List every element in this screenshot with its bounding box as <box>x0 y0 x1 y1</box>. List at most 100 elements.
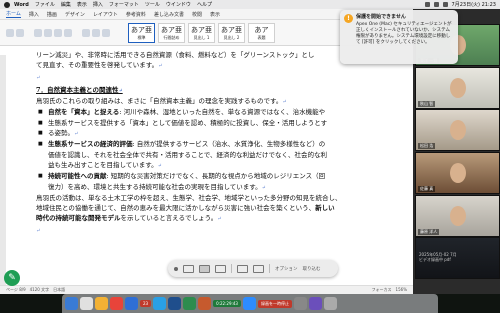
participant-name: 秋山 智 <box>418 101 436 107</box>
app-icon[interactable] <box>308 297 322 310</box>
menu-window[interactable]: ウインドウ <box>166 1 191 8</box>
document-page[interactable]: リーン減災」や、非常時に活用できる自然資源（食料、燃料など）を「グリーンストック… <box>36 50 381 276</box>
menu-file[interactable]: ファイル <box>35 1 55 8</box>
menu-view[interactable]: 表示 <box>77 1 87 8</box>
notes-icon[interactable] <box>95 297 108 310</box>
doc-empty: ↵ <box>36 227 41 234</box>
trash-icon[interactable] <box>323 297 337 310</box>
options-button[interactable]: オプション <box>275 266 298 272</box>
participant-avatar <box>450 78 466 98</box>
tab-home[interactable]: ホーム <box>6 10 21 18</box>
warning-icon: ! <box>344 14 353 23</box>
participant-avatar <box>450 120 466 140</box>
battery-icon[interactable] <box>433 2 439 7</box>
excel-icon[interactable] <box>183 297 197 310</box>
video-tile[interactable]: 松田 浩 <box>415 109 500 151</box>
tab-design[interactable]: デザイン <box>65 11 85 18</box>
apple-icon[interactable] <box>4 1 10 8</box>
capture-button[interactable]: 取り込む <box>303 266 321 272</box>
mail-icon[interactable] <box>125 297 138 310</box>
menu-help[interactable]: ヘルプ <box>197 1 212 8</box>
tab-references[interactable]: 参考資料 <box>126 11 146 18</box>
control-center-icon[interactable] <box>442 2 448 7</box>
italic-icon[interactable] <box>44 28 52 37</box>
capture-selection-icon[interactable] <box>215 264 226 273</box>
menu-tools[interactable]: ツール <box>145 1 160 8</box>
menu-format[interactable]: フォーマット <box>109 1 139 8</box>
zoom-icon[interactable] <box>242 297 256 310</box>
menubar-clock[interactable]: 7月23日(火) 21:23 <box>452 1 496 8</box>
tab-layout[interactable]: レイアウト <box>93 11 118 18</box>
styles-gallery: あア亜 標準 あア亜 行間詰め あア亜 見出し 1 あア亜 見出し 2 あア 表… <box>128 22 275 43</box>
capture-screen-icon[interactable] <box>183 264 194 273</box>
close-icon[interactable] <box>174 266 178 271</box>
style-normal[interactable]: あア亜 標準 <box>128 22 155 43</box>
notification-body: Apex One (Mac) セキュリティエージェントが正しくインストールされて… <box>356 22 452 45</box>
font-color-icon[interactable] <box>64 28 72 37</box>
participant-avatar <box>450 206 466 226</box>
style-no-spacing[interactable]: あア亜 行間詰め <box>158 22 185 43</box>
participant-name: 松田 浩 <box>418 143 436 149</box>
macos-menubar: Word ファイル 編集 表示 挿入 フォーマット ツール ウインドウ ヘルプ … <box>0 0 500 9</box>
doc-closing: 時代の持続可能な開発モデルを示していると言えるでしょう。↵ <box>36 214 222 223</box>
tab-insert[interactable]: 挿入 <box>29 11 39 18</box>
doc-bullet-cont: 益も生み出すことを目指しています。↵ <box>48 160 162 169</box>
safari-icon[interactable] <box>153 297 167 310</box>
tab-review[interactable]: 校閲 <box>192 11 202 18</box>
zoom-level[interactable]: フォーカス 156% <box>372 287 407 293</box>
tab-draw[interactable]: 描画 <box>47 11 57 18</box>
doc-line: リーン減災」や、非常時に活用できる自然資源（食料、燃料など）を「グリーンストック… <box>36 51 315 59</box>
style-title[interactable]: あア 表題 <box>248 22 275 43</box>
meeting-timer-badge[interactable]: 0:22:29:43 <box>213 300 241 307</box>
grammar-assistant-icon[interactable]: ✎ <box>4 270 20 286</box>
doc-bullet: 持続可能性への貢献: 短期的な災害対策だけでなく、長期的な視点から地域のレジリエ… <box>36 171 381 182</box>
launchpad-icon[interactable] <box>80 297 93 310</box>
recording-info: 2025年05月-02 7月 ビデオ録画中 pdf <box>419 252 457 262</box>
clipboard-group <box>6 28 24 37</box>
security-notification[interactable]: ! 保護を開始できません Apex One (Mac) セキュリティエージェント… <box>340 10 458 64</box>
calendar-date-badge: 23 <box>140 300 152 307</box>
settings-icon[interactable] <box>293 297 307 310</box>
record-selection-icon[interactable] <box>253 264 264 273</box>
numbering-icon[interactable] <box>92 28 100 37</box>
macos-dock: 23 0:22:29:43 録画を一時停止 <box>62 294 438 313</box>
style-heading-1[interactable]: あア亜 見出し 1 <box>188 22 215 43</box>
menubar-status-area: 7月23日(火) 21:23 <box>424 1 496 8</box>
doc-closing: 地域住民との協働を通じて、自然の恵みを最大限に活かしながら災害に強い社会を築くと… <box>36 204 335 213</box>
calendar-icon[interactable] <box>110 297 123 310</box>
recording-badge[interactable]: 録画を一時停止 <box>257 299 292 308</box>
menu-app-word[interactable]: Word <box>14 2 29 8</box>
video-tile[interactable]: 佐藤 真 <box>415 152 500 194</box>
doc-bullet-cont: 復力）を高め、環境と共生する持続可能な社会の実現を目指しています。↵ <box>48 182 266 191</box>
divider <box>231 264 232 273</box>
status-bar: ページ 8/9 4120 文字 日本語 フォーカス 156% <box>0 285 413 294</box>
tab-view[interactable]: 表示 <box>210 11 220 18</box>
style-heading-2[interactable]: あア亜 見出し 2 <box>218 22 245 43</box>
finder-icon[interactable] <box>65 297 78 310</box>
menu-edit[interactable]: 編集 <box>61 1 71 8</box>
doc-closing: 鳥羽氏の活動は、単なる土木工学の枠を超え、生態学、社会学、地域学といった多分野の… <box>36 193 342 202</box>
cut-icon[interactable] <box>16 28 24 37</box>
paragraph-group <box>82 28 110 37</box>
record-screen-icon[interactable] <box>237 264 248 273</box>
notification-title: 保護を開始できません <box>356 14 406 20</box>
align-icon[interactable] <box>102 28 110 37</box>
powerpoint-icon[interactable] <box>198 297 212 310</box>
status-text: ページ 8/9 4120 文字 日本語 <box>6 287 66 292</box>
menu-insert[interactable]: 挿入 <box>93 1 103 8</box>
doc-bullet-cont: る姿勢。↵ <box>36 128 381 139</box>
bold-icon[interactable] <box>34 28 42 37</box>
video-tile[interactable]: 藤原 洋人 <box>415 195 500 237</box>
participant-name: 佐藤 真 <box>418 186 436 192</box>
capture-window-icon[interactable] <box>199 264 210 273</box>
video-tile[interactable]: 秋山 智 <box>415 67 500 109</box>
word-icon[interactable] <box>168 297 182 310</box>
paste-icon[interactable] <box>6 28 14 37</box>
tab-mailings[interactable]: 差し込み文書 <box>154 11 184 18</box>
video-tile[interactable]: 2025年05月-02 7月 ビデオ録画中 pdf <box>415 237 500 279</box>
underline-icon[interactable] <box>54 28 62 37</box>
doc-heading: 7．自然資本主義との関連性↵ <box>36 85 123 94</box>
doc-line: て見直す、その重要性を啓発しています。↵ <box>36 61 163 70</box>
wifi-icon[interactable] <box>424 2 430 7</box>
bullets-icon[interactable] <box>82 28 90 37</box>
